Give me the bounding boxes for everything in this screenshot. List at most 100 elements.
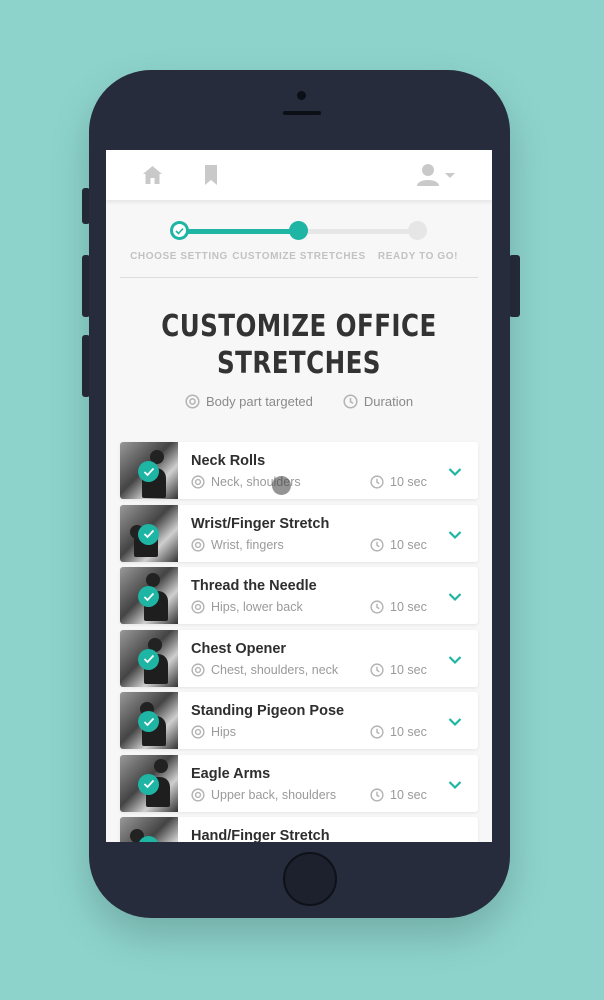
stretch-thumbnail (120, 692, 178, 749)
selected-check-icon[interactable] (138, 711, 159, 732)
step-3-dot[interactable] (408, 221, 427, 240)
stretch-duration-text: 10 sec (390, 475, 427, 489)
selected-check-icon[interactable] (138, 523, 159, 545)
stretch-body-part: Chest, shoulders, neck (191, 663, 338, 677)
power-button (509, 255, 520, 317)
legend-duration-label: Duration (363, 394, 414, 409)
stretch-body-part: Upper back, shoulders (191, 788, 336, 802)
chevron-down-icon[interactable] (448, 527, 462, 545)
stretch-body-part: Hips, lower back (191, 600, 303, 614)
target-icon (191, 537, 205, 552)
stretch-body-text: Wrist, fingers (211, 537, 284, 552)
stretch-body-part: Wrist, fingers (191, 538, 284, 552)
target-icon (191, 725, 205, 739)
step-2-dot[interactable] (289, 221, 308, 240)
chevron-down-icon[interactable] (448, 714, 462, 732)
stretch-body-text: Hips (211, 725, 237, 739)
clock-icon (370, 725, 384, 739)
selected-check-icon[interactable] (138, 773, 159, 795)
page-title-line1: CUSTOMIZE OFFICE (161, 309, 437, 344)
stretch-duration: 10 sec (370, 538, 427, 552)
stretch-card-7[interactable]: Hand/Finger Stretch (120, 817, 478, 842)
stretch-thumbnail (120, 442, 178, 499)
chevron-down-icon[interactable] (448, 839, 462, 842)
bookmark-icon[interactable] (204, 164, 218, 191)
chevron-down-icon[interactable] (448, 777, 462, 795)
stretch-thumbnail (120, 504, 178, 562)
thumbnail-figure-head (146, 573, 160, 587)
legend-body-label: Body part targeted (205, 394, 313, 409)
clock-icon (370, 787, 384, 802)
speaker (283, 111, 321, 115)
target-icon (185, 394, 200, 409)
step-label-ready[interactable]: READY TO GO! (378, 251, 458, 262)
user-menu-icon[interactable] (417, 163, 457, 192)
chevron-down-icon[interactable] (448, 652, 462, 670)
target-icon (191, 600, 205, 614)
page-title-line2: STRETCHES (217, 346, 381, 381)
stretch-thumbnail (120, 817, 178, 842)
stretch-duration: 10 sec (370, 788, 427, 802)
stretch-card-5[interactable]: Standing Pigeon Pose Hips 10 sec (120, 692, 478, 749)
stepper-track-complete (179, 229, 299, 234)
legend-body-part: Body part targeted (185, 394, 313, 409)
clock-icon (370, 600, 384, 614)
stretch-thumbnail (120, 567, 178, 624)
home-icon[interactable] (142, 165, 163, 190)
clock-icon (370, 662, 384, 677)
stretch-title: Eagle Arms (191, 765, 271, 782)
touch-indicator (272, 476, 291, 495)
stretch-title: Thread the Needle (191, 578, 317, 594)
stretch-title: Wrist/Finger Stretch (191, 515, 330, 532)
app-screen: CHOOSE SETTING CUSTOMIZE STRETCHES READY… (106, 150, 492, 842)
stretch-duration: 10 sec (370, 475, 427, 489)
stretch-thumbnail (120, 754, 178, 812)
stretch-duration: 10 sec (370, 600, 427, 614)
stretch-card-6[interactable]: Eagle Arms Upper back, shoulders 10 sec (120, 754, 478, 812)
stretch-duration: 10 sec (370, 663, 427, 677)
stretch-duration-text: 10 sec (390, 725, 427, 739)
clock-icon (370, 475, 384, 489)
home-button[interactable] (283, 852, 337, 906)
clock-icon (370, 537, 384, 552)
stretch-body-text: Hips, lower back (211, 600, 303, 614)
thumbnail-figure-head (154, 758, 168, 773)
selected-check-icon[interactable] (138, 586, 159, 607)
stretch-body-text: Upper back, shoulders (211, 787, 337, 802)
legend: Body part targeted Duration (106, 394, 492, 409)
stretch-duration-text: 10 sec (390, 600, 427, 614)
divider (120, 277, 478, 278)
stretch-card-1[interactable]: Neck Rolls Neck, shoulders 10 sec (120, 442, 478, 499)
top-nav (106, 150, 492, 200)
stretch-duration-text: 10 sec (390, 662, 427, 677)
stretch-card-3[interactable]: Thread the Needle Hips, lower back 10 se… (120, 567, 478, 624)
stretch-body-text: Chest, shoulders, neck (211, 662, 339, 677)
step-label-customize[interactable]: CUSTOMIZE STRETCHES (232, 251, 365, 262)
stretch-list: Neck Rolls Neck, shoulders 10 sec Wrist/… (120, 442, 478, 842)
stretch-thumbnail (120, 629, 178, 687)
stretch-duration: 10 sec (370, 725, 427, 739)
camera (297, 91, 306, 100)
selected-check-icon[interactable] (138, 648, 159, 670)
stretch-title: Standing Pigeon Pose (191, 703, 345, 719)
target-icon (191, 475, 205, 489)
step-1-check-icon[interactable] (170, 221, 189, 240)
stretch-card-2[interactable]: Wrist/Finger Stretch Wrist, fingers 10 s… (120, 504, 478, 562)
target-icon (191, 662, 205, 677)
stretch-title: Chest Opener (191, 640, 287, 657)
target-icon (191, 787, 205, 802)
step-label-choose-setting[interactable]: CHOOSE SETTING (130, 251, 228, 262)
page-title: CUSTOMIZE OFFICE STRETCHES (141, 308, 458, 382)
progress-stepper (106, 200, 492, 276)
stretch-duration-text: 10 sec (390, 537, 427, 552)
selected-check-icon[interactable] (138, 461, 159, 482)
stretch-card-4[interactable]: Chest Opener Chest, shoulders, neck 10 s… (120, 629, 478, 687)
stretch-title: Hand/Finger Stretch (191, 828, 330, 842)
stretch-title: Neck Rolls (191, 453, 266, 469)
chevron-down-icon[interactable] (448, 464, 462, 482)
stepper-track-remaining (299, 229, 419, 234)
legend-duration: Duration (343, 394, 413, 409)
stretch-body-part: Hips (191, 725, 236, 739)
chevron-down-icon[interactable] (448, 589, 462, 607)
clock-icon (343, 394, 358, 409)
